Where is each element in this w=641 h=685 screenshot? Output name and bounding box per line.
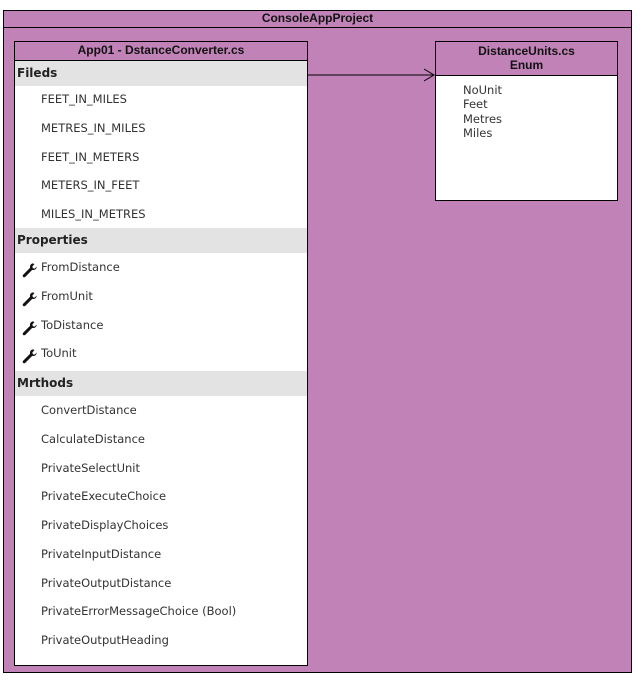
field-feet-in-miles[interactable]: FEET_IN_MILES (41, 92, 127, 106)
section-header-properties: Properties (15, 228, 307, 253)
section-header-fields: Fileds (15, 61, 307, 86)
method-private-select-unit[interactable]: PrivateSelectUnit (41, 461, 140, 475)
method-calculate-distance[interactable]: CalculateDistance (41, 432, 145, 446)
wrench-icon (22, 321, 37, 336)
enum-distance-units[interactable]: DistanceUnits.cs Enum NoUnit Feet Metres… (435, 41, 618, 201)
method-private-error-message-choice[interactable]: PrivateErrorMessageChoice (Bool) (41, 604, 236, 618)
property-to-unit[interactable]: ToUnit (41, 346, 77, 360)
method-private-input-distance[interactable]: PrivateInputDistance (41, 547, 161, 561)
section-header-methods: Mrthods (15, 371, 307, 396)
field-feet-in-meters[interactable]: FEET_IN_METERS (41, 150, 139, 164)
property-from-unit[interactable]: FromUnit (41, 289, 93, 303)
wrench-icon (22, 263, 37, 278)
method-private-output-heading[interactable]: PrivateOutputHeading (41, 633, 169, 647)
enum-item-feet[interactable]: Feet (463, 97, 488, 111)
enum-item-miles[interactable]: Miles (463, 126, 492, 140)
enum-title-stereotype: Enum (509, 58, 544, 72)
method-private-execute-choice[interactable]: PrivateExecuteChoice (41, 489, 166, 503)
enum-title: DistanceUnits.cs Enum (435, 41, 618, 76)
property-to-distance[interactable]: ToDistance (41, 318, 103, 332)
method-private-display-choices[interactable]: PrivateDisplayChoices (41, 518, 168, 532)
project-title: ConsoleAppProject (4, 11, 631, 28)
enum-item-nounit[interactable]: NoUnit (463, 83, 502, 97)
enum-item-metres[interactable]: Metres (463, 112, 502, 126)
class-distance-converter[interactable]: App01 - DstanceConverter.cs Fileds FEET_… (14, 41, 308, 666)
class-title: App01 - DstanceConverter.cs (14, 41, 308, 61)
enum-title-name: DistanceUnits.cs (478, 44, 575, 58)
method-convert-distance[interactable]: ConvertDistance (41, 403, 137, 417)
property-from-distance[interactable]: FromDistance (41, 260, 120, 274)
wrench-icon (22, 292, 37, 307)
wrench-icon (22, 349, 37, 364)
field-meters-in-feet[interactable]: METERS_IN_FEET (41, 178, 139, 192)
field-metres-in-miles[interactable]: METRES_IN_MILES (41, 121, 146, 135)
field-miles-in-metres[interactable]: MILES_IN_METRES (41, 207, 146, 221)
method-private-output-distance[interactable]: PrivateOutputDistance (41, 576, 171, 590)
